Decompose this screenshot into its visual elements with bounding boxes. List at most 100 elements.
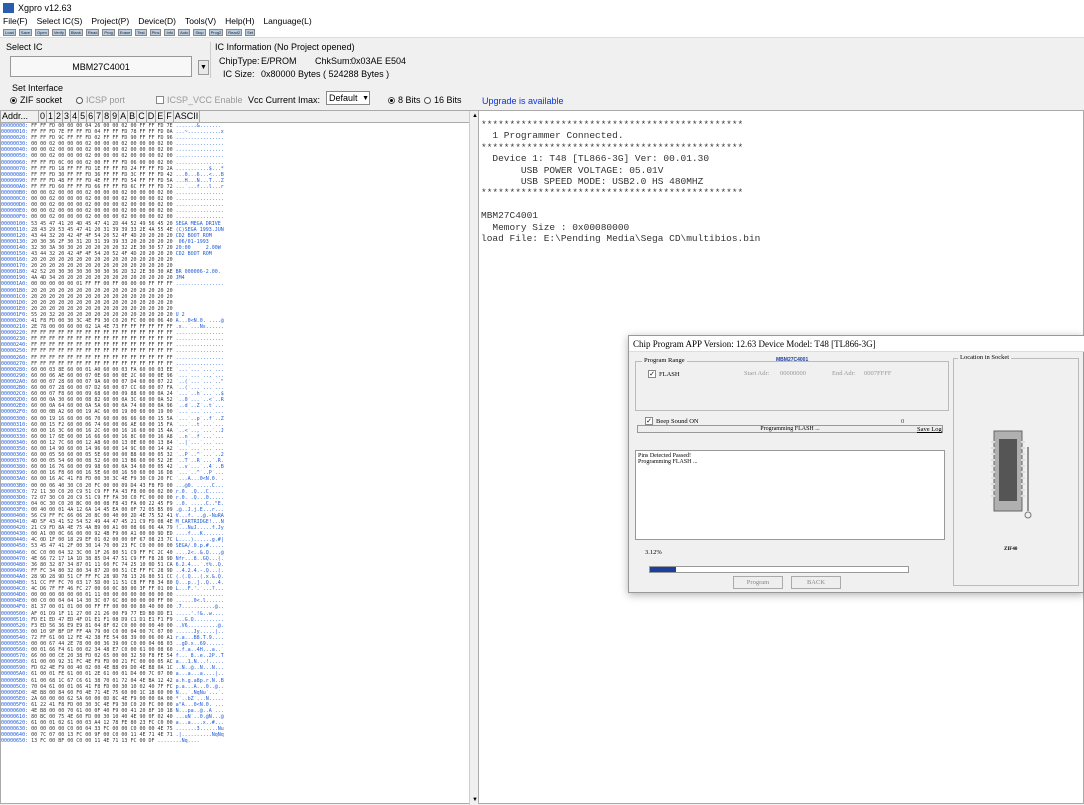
hex-col: 9	[112, 111, 120, 122]
toolbar-read-button[interactable]: Read	[85, 29, 100, 36]
hex-row-address: 00000120:	[1, 232, 32, 239]
toolbar-blank-button[interactable]: Blank	[68, 29, 83, 36]
hex-row-ascii: Nfr...8..GQ...(.	[175, 555, 224, 562]
save-log-link[interactable]: Save Log	[917, 426, 942, 433]
hex-row-ascii: `...`..h`...`..$	[175, 391, 224, 398]
menu-file[interactable]: File(F)	[3, 16, 28, 28]
beep-checkbox[interactable]: ✓ Beep Sound ON	[645, 417, 699, 425]
toolbar-auto-button[interactable]: Auto	[178, 29, 191, 36]
hex-row-ascii: ................	[175, 141, 224, 148]
toolbar-test-button[interactable]: Test	[135, 29, 147, 36]
radio-icon	[76, 96, 83, 104]
hex-row-address: 000001E0:	[1, 305, 32, 312]
checkbox-icon	[156, 96, 164, 104]
hex-row-bytes: 41 F8 FD 00 30 3C 4E F9 30 C0 20 FC 00 0…	[31, 318, 176, 324]
toolbar-load-button[interactable]: Load	[3, 29, 16, 36]
hex-editor[interactable]: Addr... 0 1 2 3 4 5 6 7 8 9 A B C D E F …	[0, 110, 479, 805]
hex-row-address: 000001F0:	[1, 311, 32, 318]
hex-rows: 00000000: FF FF FD 00 00 00 04 26 00 00 …	[1, 123, 471, 803]
8-bits-radio[interactable]: 8 Bits	[388, 95, 421, 105]
top-panel: Select IC MBM27C4001 ▼ IC Information (N…	[0, 38, 1084, 80]
hex-row-bytes: 70 04 61 00 01 06 41 F8 FD 00 30 10 02 4…	[31, 683, 176, 690]
toolbar-erase-button[interactable]: Erase	[117, 29, 133, 36]
log-line: load File: E:\Pending Media\Sega CD\mult…	[481, 233, 761, 245]
back-button[interactable]: BACK	[791, 576, 841, 589]
hex-row-bytes: 66 00 00 CE 20 38 FD 02 65 00 00 32 50 F…	[31, 653, 176, 660]
program-range-group: Program Range MBM27C4001 ✓ FLASH Start Ad…	[635, 357, 949, 411]
hex-row-bytes: 00 00 02 00 00 00 02 00 00 00 02 00 00 0…	[31, 208, 176, 215]
hex-row-ascii: r.0. .Q...C.....	[175, 488, 224, 495]
hex-row-address: 00000560:	[1, 647, 32, 654]
hex-row-address: 000001C0:	[1, 293, 32, 300]
hex-row: 00000650: 13 FC 00 BF 00 C0 00 11 4E 71 …	[1, 738, 471, 744]
hex-row-bytes: 61 00 68 1C 67 C6 61 38 70 01 72 04 4E B…	[31, 677, 176, 684]
toolbar-verify-button[interactable]: Verify	[51, 29, 66, 36]
upgrade-link[interactable]: Upgrade is available	[482, 96, 564, 106]
menu-select-ic[interactable]: Select IC(S)	[37, 16, 83, 28]
hex-row-ascii: ...~...........x	[175, 129, 224, 136]
toolbar-pins-button[interactable]: Pins	[149, 29, 162, 36]
hex-row-bytes: 2E 78 00 00 60 00 02 1A 4E 73 FF FF FF F…	[31, 324, 176, 331]
log-line: ****************************************…	[481, 187, 744, 199]
hex-row-ascii: `...`...`...`...	[175, 409, 224, 416]
hex-row-address: 00000380:	[1, 464, 32, 471]
zif-socket-radio[interactable]: ZIF socket	[10, 95, 62, 105]
toolbar-stop-button[interactable]: Stop	[193, 29, 206, 36]
hex-row-ascii: `..n`..f`...`...	[175, 433, 224, 440]
hex-row-bytes: 00 00 00 00 00 00 01 11 00 00 00 00 00 0…	[31, 592, 176, 599]
hex-row-address: 000000F0:	[1, 214, 32, 221]
hex-row-ascii: ................	[175, 360, 224, 367]
hex-row-bytes: 4D 5F 43 41 52 54 52 49 44 47 45 21 C9 F…	[31, 519, 176, 526]
hex-row-ascii: ................	[175, 208, 224, 215]
toolbar-save-button[interactable]: Save	[18, 29, 33, 36]
hex-row-address: 000003C0:	[1, 488, 32, 495]
program-button[interactable]: Program	[733, 576, 783, 589]
hex-row-address: 00000140:	[1, 244, 32, 251]
hex-row-bytes: 00 00 02 00 00 00 02 00 00 00 02 00 00 0…	[31, 190, 176, 197]
chip-dropdown-button[interactable]: ▼	[198, 60, 209, 75]
hex-row-address: 000000E0:	[1, 208, 32, 215]
chip-name-field[interactable]: MBM27C4001	[10, 56, 192, 77]
menu-tools[interactable]: Tools(V)	[185, 16, 216, 28]
toolbar-prog2-button[interactable]: Prog2	[208, 29, 224, 36]
hex-row-bytes: FF FF FF FF FF FF FF FF FF FF FF FF FF F…	[31, 360, 176, 367]
hex-row-bytes: FF FF FD 7E FF FF FD 04 FF FF FD 78 FF F…	[31, 129, 176, 136]
hex-row-ascii: a...a....x..#...	[175, 720, 224, 727]
hex-row-ascii: ................	[175, 190, 224, 197]
hex-row-bytes: 00 7C 07 00 13 FC 00 9F 00 C0 00 11 4E 7…	[31, 732, 176, 739]
toolbar-read2-button[interactable]: Read2	[226, 29, 243, 36]
icsp-port-radio[interactable]: ICSP port	[76, 95, 125, 105]
hex-row-address: 00000050:	[1, 153, 32, 160]
flash-checkbox[interactable]: ✓ FLASH	[648, 370, 680, 378]
16-bits-radio[interactable]: 16 Bits	[424, 95, 462, 105]
hex-row-bytes: 60 00 07 F8 60 00 09 68 60 00 09 88 60 0…	[31, 391, 176, 398]
toolbar-info-button[interactable]: Info	[164, 29, 176, 36]
menu-help[interactable]: Help(H)	[225, 16, 254, 28]
menu-project[interactable]: Project(P)	[91, 16, 129, 28]
hex-row-address: 000000B0:	[1, 190, 32, 197]
hex-row-address: 00000630:	[1, 726, 32, 733]
hex-row-ascii: JM4	[175, 275, 224, 282]
hex-row-ascii: L....)......g.#|	[175, 537, 224, 544]
hex-row-address: 00000570:	[1, 653, 32, 660]
log-line: USB SPEED MODE: USB2.0 HS 480MHZ	[481, 176, 704, 188]
hex-row-ascii: ..N..@..N...N...	[175, 665, 224, 672]
hex-row-ascii: L...F.'.`...?...	[175, 586, 224, 593]
hex-row-ascii: `..v`...`..4`..B	[175, 464, 224, 471]
hex-row-bytes: 43 44 32 20 42 4F 4F 54 20 52 4F 4D 20 2…	[31, 232, 176, 239]
menu-language[interactable]: Language(L)	[263, 16, 311, 28]
hex-row-ascii: .......3......Nu	[175, 726, 224, 733]
hex-row-bytes: 2A 60 00 00 62 5A 60 00 0D 8C 4E F9 00 0…	[31, 695, 176, 702]
hex-row-bytes: 60 00 16 F8 60 00 16 5E 60 00 16 50 60 0…	[31, 470, 176, 477]
imax-select[interactable]: Default ▼	[326, 91, 370, 105]
icsp-vcc-checkbox[interactable]: ICSP_VCC Enable	[156, 95, 243, 105]
toolbar-set-button[interactable]: Set	[245, 29, 256, 36]
hex-row-ascii: ...@0. .....C...	[175, 482, 224, 489]
status-box: Programming FLASH ...	[637, 425, 943, 433]
hex-row-address: 00000080:	[1, 171, 32, 178]
message-line: Programming FLASH ...	[638, 459, 698, 465]
hex-row-ascii: U 2	[175, 311, 224, 318]
toolbar-open-button[interactable]: Open	[35, 29, 49, 36]
menu-device[interactable]: Device(D)	[138, 16, 176, 28]
toolbar-prog-button[interactable]: Prog	[102, 29, 115, 36]
